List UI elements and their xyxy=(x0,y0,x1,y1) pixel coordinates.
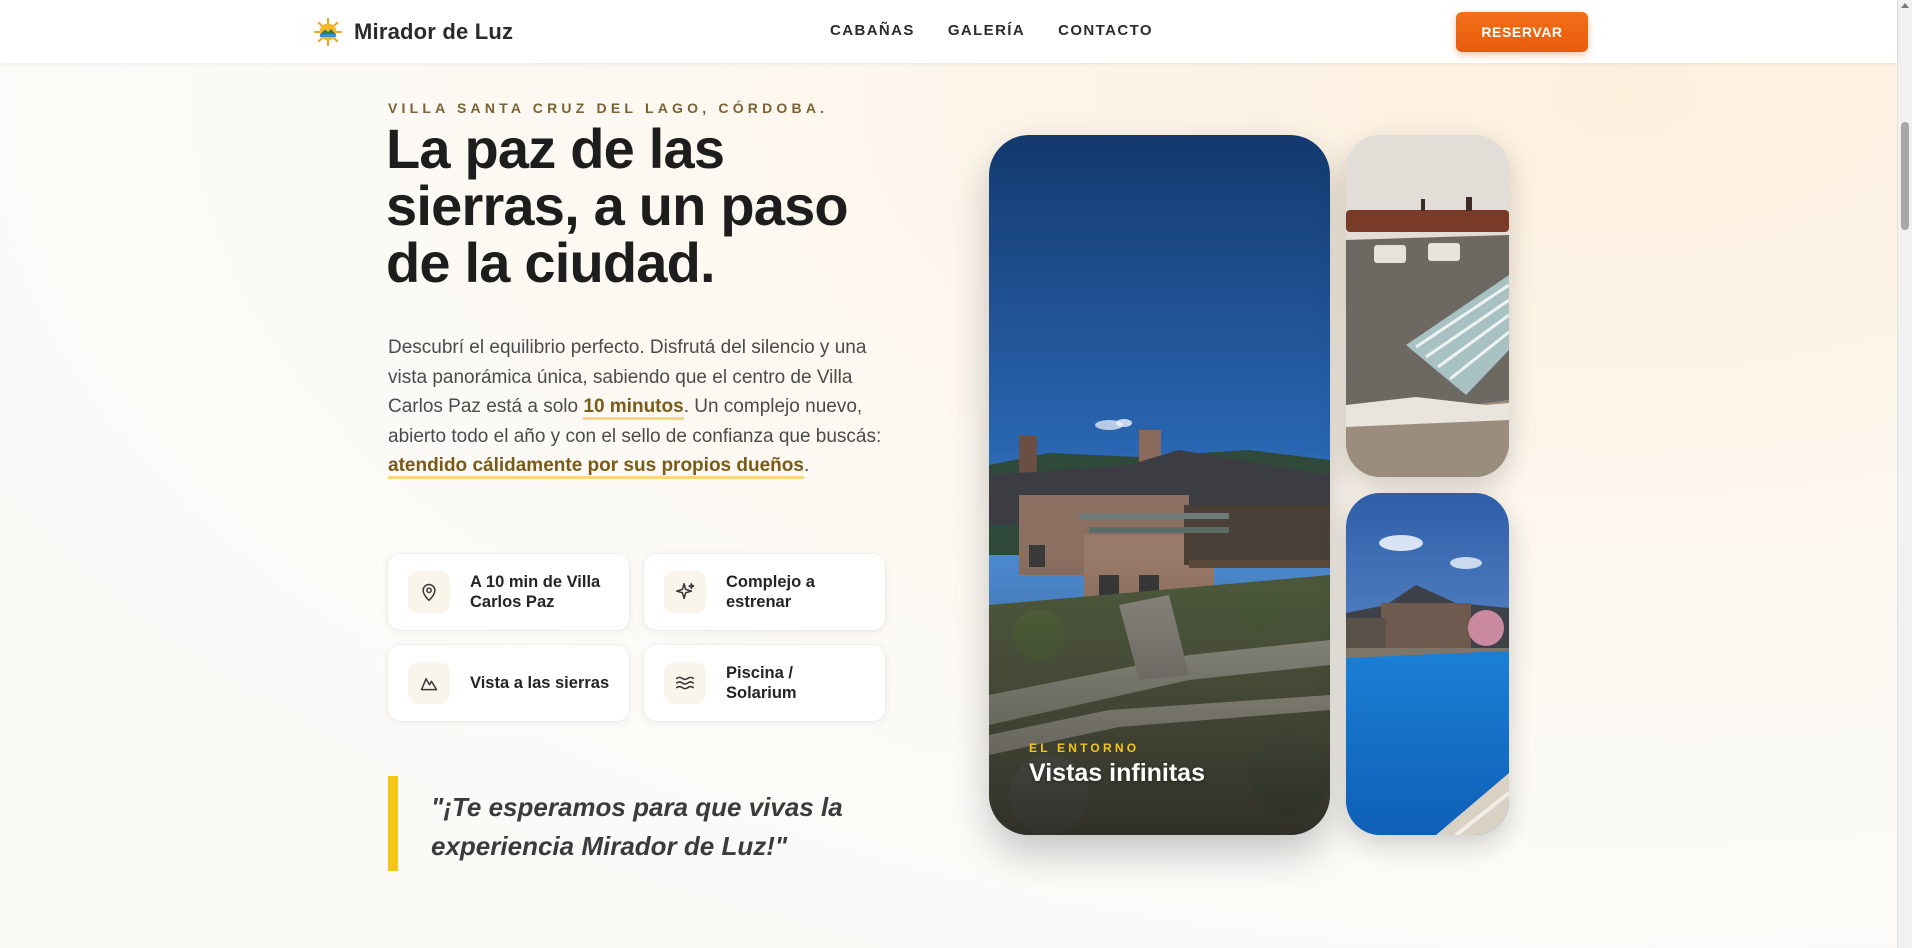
cabin-landscape-image xyxy=(989,135,1330,835)
waves-icon xyxy=(664,662,706,704)
photo-bedroom[interactable] xyxy=(1346,135,1509,477)
map-pin-icon xyxy=(408,571,450,613)
sparkle-icon xyxy=(664,571,706,613)
photo-landscape-view[interactable]: EL ENTORNO Vistas infinitas xyxy=(989,135,1330,835)
pool-image xyxy=(1346,493,1509,835)
feature-card-view: Vista a las sierras xyxy=(388,645,629,721)
scroll-up-arrow-icon[interactable] xyxy=(1901,3,1909,8)
main-nav: CABAÑAS GALERÍA CONTACTO xyxy=(830,22,1153,39)
feature-card-pool: Piscina / Solarium xyxy=(644,645,885,721)
nav-cabanas[interactable]: CABAÑAS xyxy=(830,22,915,39)
caption-eyebrow: EL ENTORNO xyxy=(1029,741,1140,755)
feature-card-new: Complejo a estrenar xyxy=(644,554,885,630)
site-header: Mirador de Luz CABAÑAS GALERÍA CONTACTO … xyxy=(0,0,1897,63)
feature-label: Complejo a estrenar xyxy=(726,573,815,611)
desc-highlight-minutes: 10 minutos xyxy=(583,396,684,420)
hero-location-eyebrow: VILLA SANTA CRUZ DEL LAGO, CÓRDOBA. xyxy=(388,100,829,116)
photo-pool[interactable] xyxy=(1346,493,1509,835)
page-scrollbar[interactable] xyxy=(1897,0,1912,948)
photo-caption: EL ENTORNO Vistas infinitas xyxy=(1029,741,1205,788)
welcome-quote: "¡Te esperamos para que vivas la experie… xyxy=(388,776,848,871)
mountain-icon xyxy=(408,662,450,704)
feature-label: Vista a las sierras xyxy=(470,674,610,692)
reserve-button[interactable]: RESERVAR xyxy=(1456,12,1588,52)
scroll-thumb[interactable] xyxy=(1901,122,1909,230)
desc-highlight-owners: atendido cálidamente por sus propios due… xyxy=(388,455,804,479)
feature-label: Piscina / Solarium xyxy=(726,664,797,702)
caption-title: Vistas infinitas xyxy=(1029,759,1205,787)
feature-grid: A 10 min de Villa Carlos Paz Complejo a … xyxy=(388,554,885,721)
sun-logo-icon xyxy=(314,18,342,46)
feature-card-location: A 10 min de Villa Carlos Paz xyxy=(388,554,629,630)
nav-galeria[interactable]: GALERÍA xyxy=(948,22,1025,39)
brand[interactable]: Mirador de Luz xyxy=(314,18,513,46)
feature-label: A 10 min de Villa Carlos Paz xyxy=(470,573,601,611)
hero-title: La paz de las sierras, a un paso de la c… xyxy=(386,117,849,294)
bedroom-image xyxy=(1346,135,1509,477)
desc-text-3: . xyxy=(803,455,810,476)
hero-description: Descubrí el equilibrio perfecto. Disfrut… xyxy=(388,333,888,481)
brand-name: Mirador de Luz xyxy=(354,19,514,44)
nav-contacto[interactable]: CONTACTO xyxy=(1058,22,1153,39)
